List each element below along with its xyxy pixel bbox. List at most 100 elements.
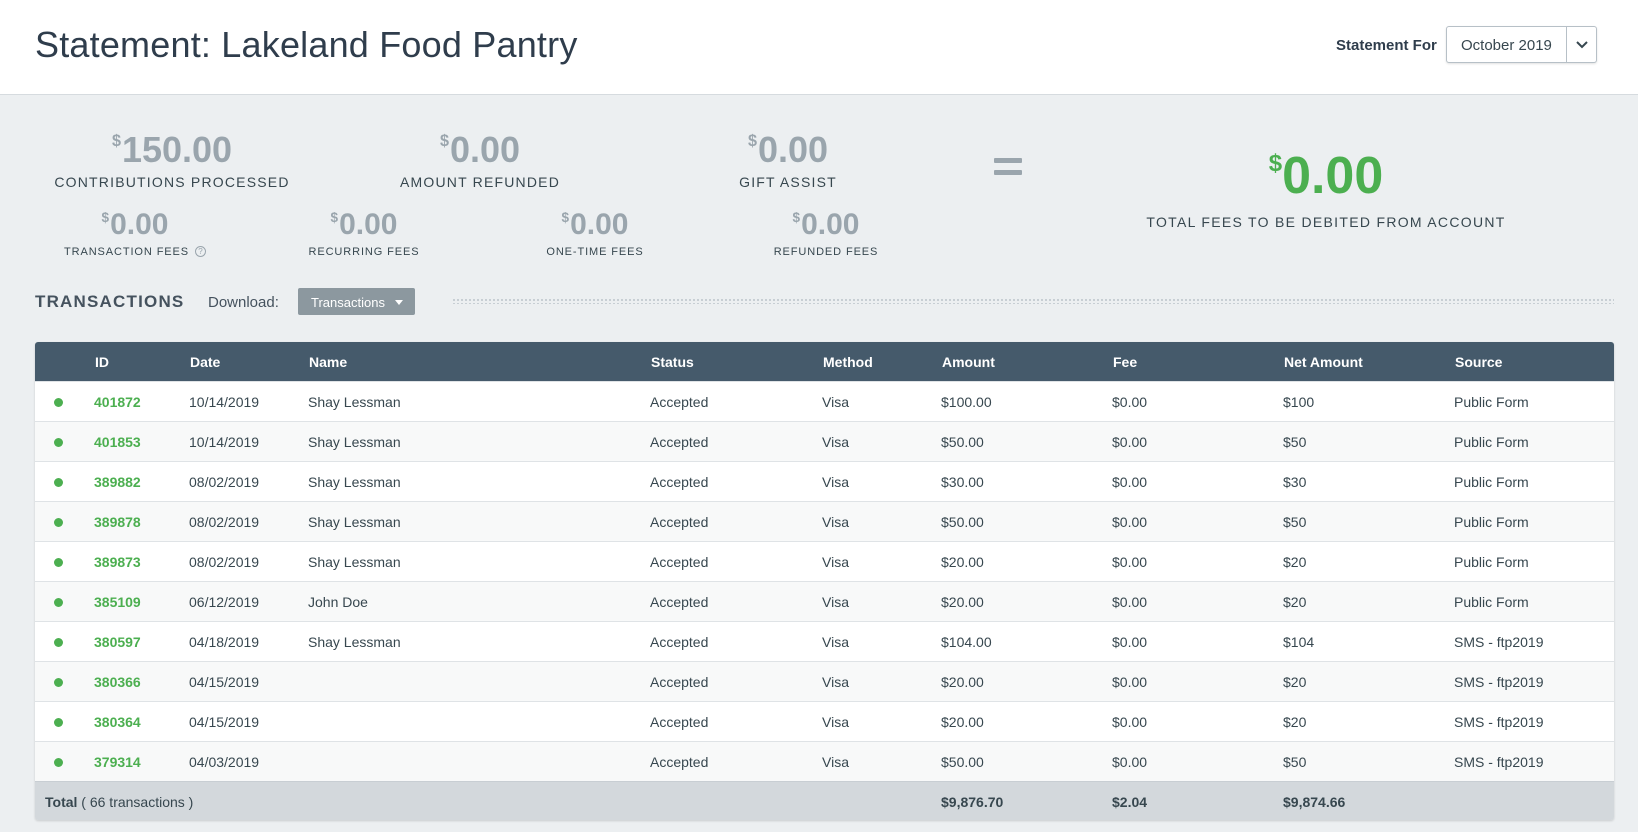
cell-name: Shay Lessman — [308, 434, 401, 450]
cell-name: John Doe — [308, 594, 368, 610]
table-header: ID Date Name Status Method Amount Fee Ne… — [35, 342, 1614, 381]
column-header-status[interactable]: Status — [651, 354, 694, 370]
cell-status: Accepted — [650, 594, 709, 610]
recurring-fees-stat: $0.00 RECURRING FEES — [296, 208, 432, 259]
table-row[interactable]: 401872 10/14/2019 Shay Lessman Accepted … — [35, 381, 1614, 421]
recurring-fees-label: RECURRING FEES — [308, 246, 420, 258]
cell-fee: $0.00 — [1112, 434, 1148, 450]
cell-date: 04/15/2019 — [189, 674, 260, 690]
table-row[interactable]: 389882 08/02/2019 Shay Lessman Accepted … — [35, 461, 1614, 501]
cell-date: 08/02/2019 — [189, 474, 260, 490]
contributions-amount: 150.00 — [121, 129, 233, 170]
cell-net-amount: $104 — [1283, 634, 1315, 650]
cell-source: SMS - ftp2019 — [1454, 674, 1544, 690]
cell-date: 10/14/2019 — [189, 434, 260, 450]
transaction-id-link[interactable]: 380366 — [94, 674, 141, 690]
statement-for-label: Statement For — [1336, 37, 1437, 54]
transaction-id-link[interactable]: 379314 — [94, 754, 141, 770]
cell-status: Accepted — [650, 474, 709, 490]
cell-fee: $0.00 — [1112, 474, 1148, 490]
cell-method: Visa — [822, 474, 849, 490]
column-header-source[interactable]: Source — [1455, 354, 1502, 370]
cell-net-amount: $20 — [1283, 594, 1307, 610]
transaction-id-link[interactable]: 389878 — [94, 514, 141, 530]
column-header-net-amount[interactable]: Net Amount — [1284, 354, 1363, 370]
transaction-id-link[interactable]: 389873 — [94, 554, 141, 570]
cell-method: Visa — [822, 754, 849, 770]
cell-name: Shay Lessman — [308, 634, 401, 650]
table-row[interactable]: 385109 06/12/2019 John Doe Accepted Visa… — [35, 581, 1614, 621]
table-row[interactable]: 401853 10/14/2019 Shay Lessman Accepted … — [35, 421, 1614, 461]
cell-date: 04/15/2019 — [189, 714, 260, 730]
cell-status: Accepted — [650, 754, 709, 770]
transaction-id-link[interactable]: 380364 — [94, 714, 141, 730]
table-row[interactable]: 380364 04/15/2019 Accepted Visa $20.00 $… — [35, 701, 1614, 741]
cell-date: 06/12/2019 — [189, 594, 260, 610]
transaction-id-link[interactable]: 389882 — [94, 474, 141, 490]
currency-symbol: $ — [439, 132, 449, 150]
cell-fee: $0.00 — [1112, 514, 1148, 530]
cell-fee: $0.00 — [1112, 634, 1148, 650]
transaction-id-link[interactable]: 401872 — [94, 394, 141, 410]
cell-source: Public Form — [1454, 434, 1529, 450]
refunded-fees-amount: 0.00 — [801, 208, 860, 241]
cell-status: Accepted — [650, 394, 709, 410]
cell-net-amount: $20 — [1283, 714, 1307, 730]
table-row[interactable]: 389873 08/02/2019 Shay Lessman Accepted … — [35, 541, 1614, 581]
cell-amount: $20.00 — [941, 674, 984, 690]
transaction-id-link[interactable]: 380597 — [94, 634, 141, 650]
currency-symbol: $ — [330, 210, 339, 225]
cell-source: SMS - ftp2019 — [1454, 634, 1544, 650]
cell-source: Public Form — [1454, 554, 1529, 570]
cell-fee: $0.00 — [1112, 594, 1148, 610]
amount-refunded-stat: $0.00 AMOUNT REFUNDED — [380, 129, 580, 191]
cell-amount: $50.00 — [941, 434, 984, 450]
currency-symbol: $ — [792, 210, 801, 225]
statement-month-value: October 2019 — [1461, 37, 1552, 54]
status-dot-icon — [54, 598, 63, 607]
cell-fee: $0.00 — [1112, 394, 1148, 410]
table-row[interactable]: 380366 04/15/2019 Accepted Visa $20.00 $… — [35, 661, 1614, 701]
column-header-method[interactable]: Method — [823, 354, 873, 370]
table-row[interactable]: 379314 04/03/2019 Accepted Visa $50.00 $… — [35, 741, 1614, 781]
table-row[interactable]: 380597 04/18/2019 Shay Lessman Accepted … — [35, 621, 1614, 661]
transaction-id-link[interactable]: 401853 — [94, 434, 141, 450]
transactions-table: ID Date Name Status Method Amount Fee Ne… — [35, 342, 1614, 820]
cell-amount: $50.00 — [941, 514, 984, 530]
cell-net-amount: $100 — [1283, 394, 1315, 410]
cell-amount: $20.00 — [941, 714, 984, 730]
column-header-date[interactable]: Date — [190, 354, 220, 370]
download-label: Download: — [208, 294, 279, 311]
refunded-amount: 0.00 — [449, 129, 521, 170]
currency-symbol: $ — [747, 132, 757, 150]
cell-status: Accepted — [650, 714, 709, 730]
download-transactions-button[interactable]: Transactions — [298, 288, 415, 315]
cell-name: Shay Lessman — [308, 394, 401, 410]
cell-method: Visa — [822, 634, 849, 650]
refunded-fees-stat: $0.00 REFUNDED FEES — [758, 208, 894, 259]
cell-source: SMS - ftp2019 — [1454, 754, 1544, 770]
column-header-fee[interactable]: Fee — [1113, 354, 1137, 370]
cell-status: Accepted — [650, 554, 709, 570]
cell-net-amount: $30 — [1283, 474, 1307, 490]
cell-fee: $0.00 — [1112, 674, 1148, 690]
help-icon[interactable]: ? — [195, 246, 206, 257]
cell-method: Visa — [822, 394, 849, 410]
total-fees-amount: 0.00 — [1282, 147, 1384, 205]
cell-fee: $0.00 — [1112, 554, 1148, 570]
column-header-id[interactable]: ID — [95, 354, 109, 370]
recurring-fees-amount: 0.00 — [339, 208, 398, 241]
transaction-id-link[interactable]: 385109 — [94, 594, 141, 610]
status-dot-icon — [54, 478, 63, 487]
cell-source: Public Form — [1454, 594, 1529, 610]
column-header-amount[interactable]: Amount — [942, 354, 995, 370]
cell-amount: $100.00 — [941, 394, 992, 410]
cell-amount: $20.00 — [941, 594, 984, 610]
column-header-name[interactable]: Name — [309, 354, 347, 370]
status-dot-icon — [54, 758, 63, 767]
statement-month-select[interactable]: October 2019 — [1446, 26, 1597, 63]
caret-down-icon — [395, 300, 403, 305]
equals-icon — [994, 158, 1022, 182]
chevron-down-icon[interactable] — [1566, 27, 1597, 62]
table-row[interactable]: 389878 08/02/2019 Shay Lessman Accepted … — [35, 501, 1614, 541]
